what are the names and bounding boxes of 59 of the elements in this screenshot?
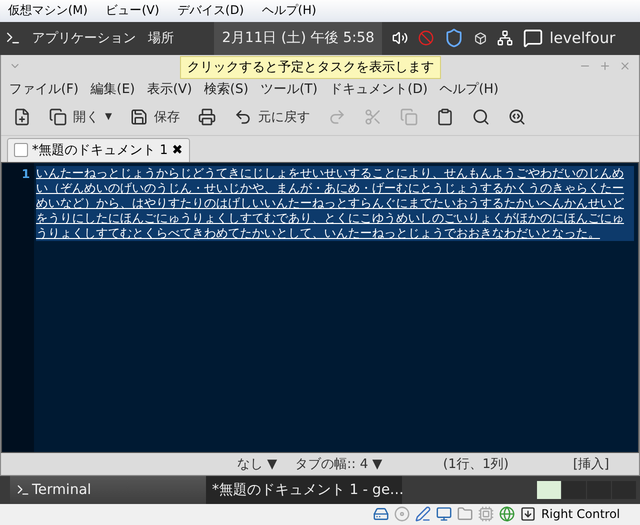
shield-icon (444, 28, 464, 48)
menu-item[interactable]: 仮想マシン(M) (8, 2, 88, 20)
editor-text: いんたーねっとじょうからじどうてきにじしょをせいせいすることにより、せんもんようごやわだいのじんめい（ぞんめいのげいのうじん・せいじかや、まんが・あにめ・げーむにとうじょうするかくうのきゃらくたーめいなど）から、はやりすたりのはげしいいんたーねっとすらんぐにまでたいおうするたかいへんかんせいどをうりにしたにほんごにゅうりょくしすてむであり、とくにこゆうめいしのごいりょくがほかのにほんごにゅうりょくしすてむとくらべてきわめてたかいとして、いんたーねっとじょうでおおきなわだいとなった。 (36, 166, 634, 240)
dropdown-arrow[interactable]: ▼ (105, 112, 112, 122)
menu-item[interactable]: ヘルプ(H) (440, 80, 499, 98)
menu-item[interactable]: ヘルプ(H) (262, 2, 316, 20)
menu-item[interactable]: 編集(E) (90, 80, 135, 98)
workspace-switcher[interactable] (562, 480, 586, 498)
clock[interactable]: 2月11日 (土) 午後 5:58 (214, 22, 382, 54)
language-selector[interactable]: なし ▼ (237, 454, 295, 472)
chip-icon (478, 506, 494, 522)
close-tab-button[interactable]: ✖ (172, 142, 183, 158)
undo-icon (234, 108, 252, 126)
cursor-position: (1行、1列) (443, 456, 510, 472)
clipboard-icon (436, 108, 454, 126)
tab-width-selector[interactable]: タブの幅:: 4 ▼ (295, 454, 443, 472)
user-name[interactable]: levelfour (543, 29, 622, 47)
disc-icon (394, 506, 410, 522)
arrow-down-icon (520, 506, 536, 522)
scissors-icon (364, 108, 382, 126)
menu-item[interactable]: ファイル(F) (9, 80, 79, 98)
globe-icon (499, 506, 516, 522)
menu-item[interactable]: ビュー(V) (106, 2, 160, 20)
line-number: 1 (2, 162, 34, 452)
maximize-icon (599, 60, 611, 72)
terminal-icon (16, 482, 30, 496)
menu-item[interactable]: ドキュメント(D) (330, 80, 428, 98)
redo-icon (328, 108, 346, 126)
undo-button[interactable]: 元に戻す (232, 106, 312, 128)
menu-item[interactable]: 表示(V) (146, 80, 192, 98)
menu-item[interactable]: デバイス(D) (177, 2, 244, 20)
copy-icon (400, 108, 418, 126)
places-menu[interactable]: 場所 (142, 29, 180, 47)
menu-item[interactable]: ツール(T) (260, 80, 318, 98)
new-file-icon (13, 108, 31, 126)
menu-item[interactable]: 検索(S) (204, 80, 248, 98)
search-icon (472, 108, 490, 126)
save-button[interactable]: 保存 (128, 106, 182, 128)
tooltip: クリックすると予定とタスクを表示します (180, 56, 441, 79)
folder-icon (457, 506, 474, 522)
open-button[interactable]: 開く ▼ (47, 106, 114, 128)
applications-menu[interactable]: アプリケーション (26, 29, 142, 47)
volume-icon (392, 30, 408, 46)
document-tab[interactable]: *無題のドキュメント 1 ✖ (7, 138, 190, 162)
close-icon (619, 60, 631, 72)
pen-icon (415, 506, 432, 522)
documents-icon (49, 108, 67, 126)
blocked-icon (418, 30, 434, 46)
taskbar-item[interactable]: *無題のドキュメント 1 - ge… (206, 476, 402, 504)
save-icon (130, 108, 148, 126)
print-button[interactable] (196, 106, 218, 128)
box-icon (474, 32, 488, 44)
chat-icon (523, 28, 544, 48)
host-key-label: Right Control (541, 507, 620, 522)
workspace-switcher[interactable] (537, 480, 561, 498)
taskbar-item[interactable]: Terminal (10, 476, 206, 504)
printer-icon (198, 108, 216, 126)
insert-mode: [挿入] (573, 456, 610, 472)
search-icon (508, 108, 526, 126)
